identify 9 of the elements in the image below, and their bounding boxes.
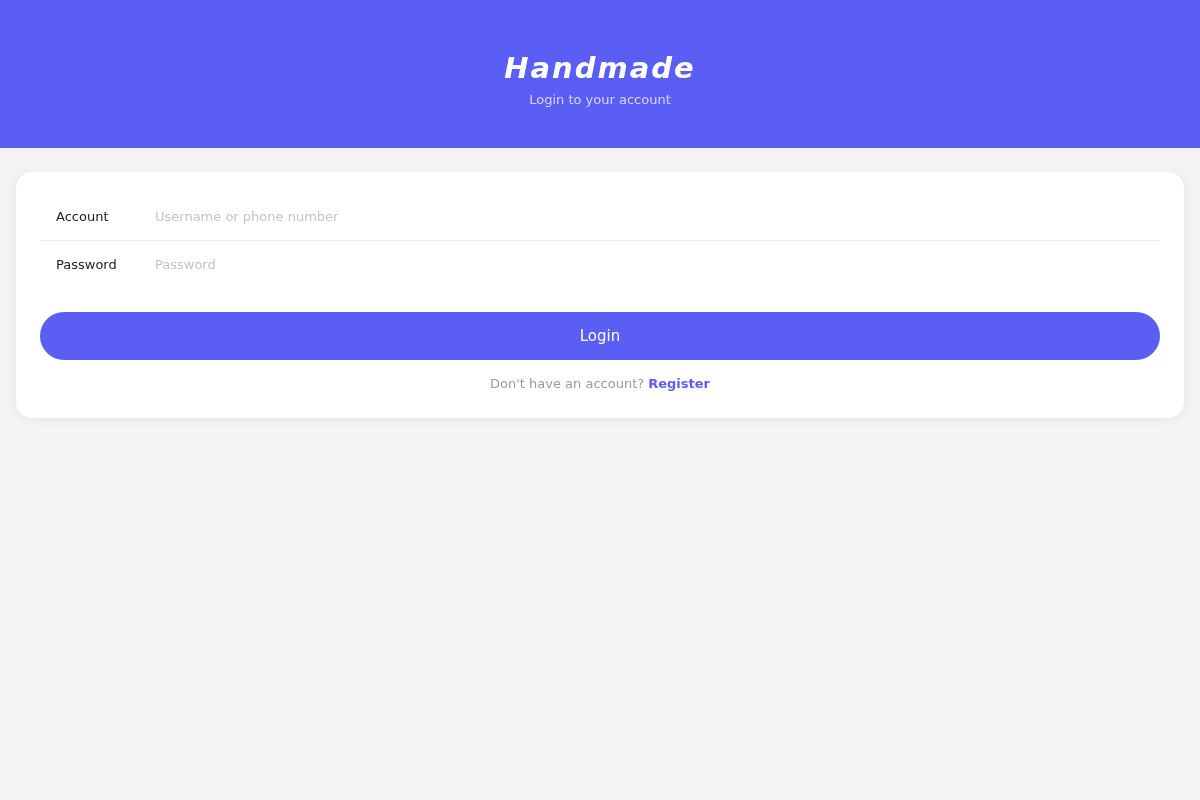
field-label: Password	[56, 257, 118, 272]
field-label: Account	[56, 208, 110, 224]
app-title: Handmade	[504, 50, 696, 87]
register-link[interactable]: Register	[648, 374, 710, 394]
subtitle: Login to your account	[529, 91, 671, 109]
register-prompt: Don't have an account?	[490, 375, 645, 393]
input-field[interactable]: Password	[155, 253, 1144, 276]
input-field[interactable]: Username or phone number	[155, 204, 1144, 228]
login-button[interactable]: Login	[40, 312, 1160, 360]
